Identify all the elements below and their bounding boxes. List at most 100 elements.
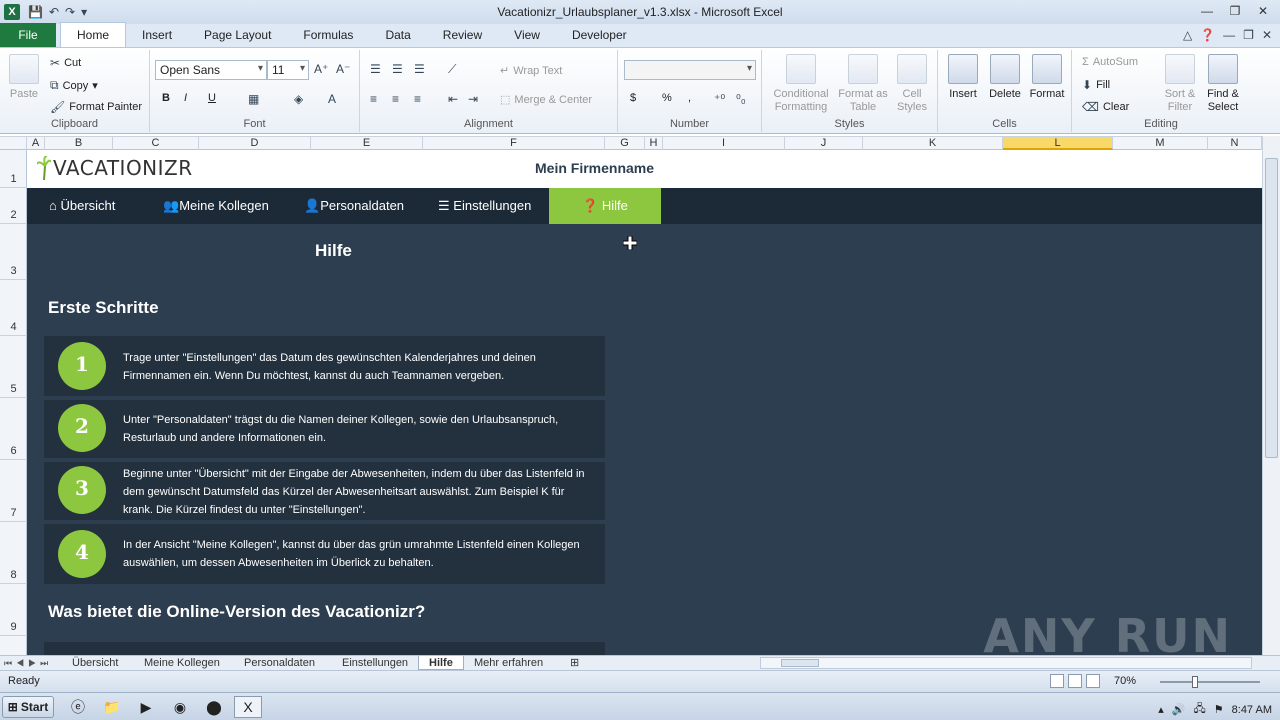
volume-icon[interactable]: 🔊 bbox=[1172, 703, 1186, 716]
column-header[interactable]: I bbox=[663, 137, 785, 150]
column-header[interactable]: K bbox=[863, 137, 1003, 150]
minimize-ribbon-icon[interactable]: △ bbox=[1183, 28, 1192, 42]
borders-button[interactable]: ▦ bbox=[248, 92, 259, 106]
tray-expand-icon[interactable]: ▴ bbox=[1158, 703, 1164, 716]
qat-dropdown-icon[interactable]: ▾ bbox=[81, 5, 87, 19]
column-header-selected[interactable]: L bbox=[1003, 137, 1113, 150]
close-icon[interactable]: ✕ bbox=[1250, 2, 1276, 20]
column-header[interactable]: G bbox=[605, 137, 645, 150]
underline-button[interactable]: U bbox=[208, 92, 216, 104]
restore-icon[interactable]: ❐ bbox=[1222, 2, 1248, 20]
align-center-button[interactable]: ≡ bbox=[392, 92, 399, 106]
wrap-text-button[interactable]: ↵ Wrap Text bbox=[500, 64, 562, 78]
clear-button[interactable]: ⌫ Clear bbox=[1082, 100, 1129, 114]
paste-button[interactable]: Paste bbox=[6, 54, 42, 101]
copy-button[interactable]: ⧉ Copy ▾ bbox=[50, 78, 98, 93]
sheet-tab[interactable]: Meine Kollegen bbox=[134, 656, 230, 670]
delete-cells-button[interactable]: Delete bbox=[984, 54, 1026, 101]
autosum-button[interactable]: Σ AutoSum bbox=[1082, 56, 1138, 68]
insert-cells-button[interactable]: Insert bbox=[942, 54, 984, 101]
conditional-formatting-button[interactable]: Conditional Formatting bbox=[766, 54, 836, 114]
column-header[interactable]: N bbox=[1208, 137, 1262, 150]
font-size-select[interactable]: 11 bbox=[267, 60, 309, 80]
column-header[interactable]: E bbox=[311, 137, 423, 150]
row-header[interactable]: 4 bbox=[0, 280, 27, 336]
format-cells-button[interactable]: Format bbox=[1026, 54, 1068, 101]
horizontal-scroll-thumb[interactable] bbox=[781, 659, 819, 667]
row-header[interactable]: 5 bbox=[0, 336, 27, 398]
increase-decimal-button[interactable]: ⁺⁰ bbox=[714, 92, 725, 106]
flag-icon[interactable]: ⚑ bbox=[1214, 703, 1224, 716]
sheet-tab[interactable]: Mehr erfahren bbox=[464, 656, 553, 670]
font-color-button[interactable]: A bbox=[328, 92, 336, 106]
number-format-select[interactable] bbox=[624, 60, 756, 80]
format-painter-button[interactable]: 🖌 Format Painter bbox=[50, 100, 142, 114]
network-icon[interactable]: 🖧 bbox=[1194, 700, 1206, 719]
minimize-icon[interactable]: — bbox=[1194, 2, 1220, 20]
ie-icon[interactable]: ⓔ bbox=[64, 696, 92, 718]
nav-uebersicht[interactable]: ⌂ Übersicht bbox=[49, 188, 115, 224]
column-header[interactable]: M bbox=[1113, 137, 1208, 150]
fill-color-button[interactable]: ◈ bbox=[294, 92, 303, 106]
tab-insert[interactable]: Insert bbox=[126, 23, 188, 47]
zoom-slider[interactable] bbox=[1160, 676, 1260, 688]
grow-font-button[interactable]: A⁺ bbox=[314, 62, 328, 76]
save-icon[interactable]: 💾 bbox=[28, 5, 43, 19]
doc-close-icon[interactable]: ✕ bbox=[1262, 28, 1272, 42]
align-left-button[interactable]: ≡ bbox=[370, 92, 377, 106]
column-header[interactable]: B bbox=[45, 137, 113, 150]
column-header[interactable]: H bbox=[645, 137, 663, 150]
merge-center-button[interactable]: ⬚ Merge & Center bbox=[500, 93, 592, 107]
undo-icon[interactable]: ↶ bbox=[49, 5, 59, 19]
excel-taskbar-icon[interactable]: X bbox=[234, 696, 262, 718]
cell-styles-button[interactable]: Cell Styles bbox=[890, 54, 934, 114]
nav-personaldaten[interactable]: 👤Personaldaten bbox=[304, 188, 404, 224]
clock[interactable]: 8:47 AM bbox=[1232, 704, 1272, 716]
nav-meine-kollegen[interactable]: 👥Meine Kollegen bbox=[163, 188, 269, 224]
vertical-scrollbar[interactable] bbox=[1262, 136, 1280, 655]
align-right-button[interactable]: ≡ bbox=[414, 92, 421, 106]
help-icon[interactable]: ❓ bbox=[1200, 28, 1215, 42]
tab-review[interactable]: Review bbox=[427, 23, 498, 47]
sheet-tab[interactable]: Übersicht bbox=[62, 656, 128, 670]
column-header[interactable]: D bbox=[199, 137, 311, 150]
worksheet[interactable]: VACATIONIZR Mein Firmenname ⌂ Übersicht … bbox=[27, 150, 1262, 655]
doc-restore-icon[interactable]: ❐ bbox=[1243, 28, 1254, 42]
column-header[interactable]: A bbox=[27, 137, 45, 150]
align-middle-button[interactable]: ☰ bbox=[392, 62, 403, 76]
excel-app-icon[interactable]: X bbox=[4, 4, 20, 20]
media-player-icon[interactable]: ▶ bbox=[132, 696, 160, 718]
tab-home[interactable]: Home bbox=[60, 22, 127, 47]
decrease-decimal-button[interactable]: ⁰₀ bbox=[736, 92, 746, 106]
explorer-icon[interactable]: 📁 bbox=[98, 696, 126, 718]
page-break-view-icon[interactable] bbox=[1086, 674, 1100, 688]
row-header[interactable]: 6 bbox=[0, 398, 27, 460]
column-header[interactable]: F bbox=[423, 137, 605, 150]
row-header[interactable]: 9 bbox=[0, 584, 27, 636]
sheet-tab-active[interactable]: Hilfe bbox=[418, 656, 464, 670]
chrome-icon[interactable]: ◉ bbox=[166, 696, 194, 718]
vertical-scroll-thumb[interactable] bbox=[1265, 158, 1278, 458]
fill-button[interactable]: ⬇ Fill bbox=[1082, 78, 1110, 92]
select-all-corner[interactable] bbox=[0, 137, 27, 150]
row-header[interactable]: 3 bbox=[0, 224, 27, 280]
font-name-select[interactable]: Open Sans bbox=[155, 60, 267, 80]
align-bottom-button[interactable]: ☰ bbox=[414, 62, 425, 76]
nav-einstellungen[interactable]: ☰ Einstellungen bbox=[438, 188, 531, 224]
cut-button[interactable]: ✂ Cut bbox=[50, 56, 81, 70]
horizontal-scrollbar[interactable] bbox=[760, 657, 1252, 669]
tab-developer[interactable]: Developer bbox=[556, 23, 643, 47]
bold-button[interactable]: B bbox=[162, 92, 170, 104]
sheet-nav-arrows-icon[interactable]: ⏮◀▶⏭ bbox=[4, 656, 52, 670]
column-header[interactable]: C bbox=[113, 137, 199, 150]
tab-data[interactable]: Data bbox=[369, 23, 426, 47]
increase-indent-button[interactable]: ⇥ bbox=[468, 92, 478, 106]
row-header[interactable]: 2 bbox=[0, 188, 27, 224]
sheet-tab[interactable]: Personaldaten bbox=[234, 656, 325, 670]
find-select-button[interactable]: Find & Select bbox=[1200, 54, 1246, 114]
italic-button[interactable]: I bbox=[184, 92, 187, 104]
tab-formulas[interactable]: Formulas bbox=[287, 23, 369, 47]
tab-page-layout[interactable]: Page Layout bbox=[188, 23, 287, 47]
zoom-slider-knob[interactable] bbox=[1192, 676, 1198, 688]
comma-button[interactable]: , bbox=[688, 92, 691, 104]
